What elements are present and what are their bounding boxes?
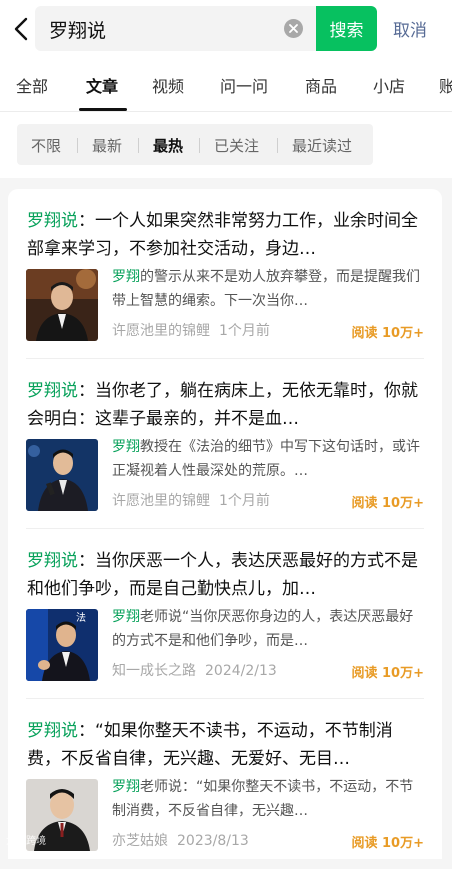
source-name[interactable]: 知一成长之路 [112,663,196,679]
title-text: ：一个人如果突然非常努力工作，业余时间全部拿来学习，不参加社交活动，身边… [27,211,418,259]
category-tabs: 全部 文章 视频 问一问 商品 小店 账 [0,58,452,111]
article-snippet: 罗翔老师说“当你厌恶你身边的人，表达厌恶最好的方式不是和他们争吵，而是… [112,605,424,653]
tab-shops[interactable]: 小店 [373,73,405,97]
read-count: 阅读 10万+ [351,496,424,511]
snippet-highlight: 罗翔 [112,439,140,455]
result-card[interactable]: 罗翔说：当你老了，躺在病床上，无依无靠时，你就会明白：这辈子最亲的，并不是血… … [8,359,442,529]
publish-time: 2023/8/13 [177,833,249,849]
article-snippet: 罗翔的警示从来不是劝人放弃攀登，而是提醒我们带上智慧的绳索。下一次当你… [112,265,424,313]
filter-separator [77,138,78,153]
snippet-highlight: 罗翔 [112,269,140,285]
read-count: 阅读 10万+ [351,666,424,681]
results-list: 罗翔说：一个人如果突然非常努力工作，业余时间全部拿来学习，不参加社交活动，身边…… [8,189,442,859]
title-highlight: 罗翔说 [27,211,78,231]
article-title[interactable]: 罗翔说：一个人如果突然非常努力工作，业余时间全部拿来学习，不参加社交活动，身边… [27,207,425,263]
filter-separator [277,138,278,153]
thumbnail-caption: 法 [76,611,86,624]
filter-unlimited[interactable]: 不限 [31,135,61,156]
article-meta: 亦芝姑娘 2023/8/13 [112,830,258,850]
search-button[interactable]: 搜索 [316,6,377,51]
title-text: ：“如果你整天不读书，不运动，不节制消费，不反省自律，无兴趣、无爱好、无目… [27,721,393,769]
publish-time: 1个月前 [219,323,270,339]
tab-articles[interactable]: 文章 [86,73,118,97]
result-card[interactable]: 罗翔说：“如果你整天不读书，不运动，不节制消费，不反省自律，无兴趣、无爱好、无目… [8,699,442,869]
snippet-text: 老师说“当你厌恶你身边的人，表达厌恶最好的方式不是和他们争吵，而是… [112,609,414,649]
filter-hottest[interactable]: 最热 [153,135,183,156]
article-title[interactable]: 罗翔说：当你老了，躺在病床上，无依无靠时，你就会明白：这辈子最亲的，并不是血… [27,377,425,433]
search-query[interactable]: 罗翔说 [49,16,106,43]
snippet-text: 教授在《法治的细节》中写下这句话时，或许正凝视着人性最深处的荒原。… [112,439,420,479]
publish-time: 2024/2/13 [205,663,277,679]
watermark: 大数跨境 [6,836,46,847]
article-thumbnail[interactable] [26,439,98,511]
article-meta: 知一成长之路 2024/2/13 [112,660,286,680]
tab-videos[interactable]: 视频 [152,73,184,97]
clear-icon[interactable] [284,19,303,38]
read-count: 阅读 10万+ [351,326,424,341]
snippet-text: 的警示从来不是劝人放弃攀登，而是提醒我们带上智慧的绳索。下一次当你… [112,269,420,309]
filter-latest[interactable]: 最新 [92,135,122,156]
search-input[interactable]: 罗翔说 [35,6,317,51]
title-highlight: 罗翔说 [27,721,78,741]
cancel-button[interactable]: 取消 [393,16,427,41]
filter-separator [199,138,200,153]
article-snippet: 罗翔老师说：“如果你整天不读书，不运动，不节制消费，不反省自律，无兴趣… [112,775,424,823]
result-card[interactable]: 罗翔说：一个人如果突然非常努力工作，业余时间全部拿来学习，不参加社交活动，身边…… [8,189,442,359]
article-meta: 许愿池里的锦鲤 1个月前 [112,320,279,340]
back-button[interactable] [8,14,34,44]
result-card[interactable]: 罗翔说：当你厌恶一个人，表达厌恶最好的方式不是和他们争吵，而是自己勤快点儿，加…… [8,529,442,699]
source-name[interactable]: 许愿池里的锦鲤 [112,493,210,509]
tab-ask[interactable]: 问一问 [220,73,268,97]
snippet-text: 老师说：“如果你整天不读书，不运动，不节制消费，不反省自律，无兴趣… [112,779,414,819]
read-count: 阅读 10万+ [351,836,424,851]
source-name[interactable]: 亦芝姑娘 [112,833,168,849]
filter-separator [138,138,139,153]
filter-area: 不限 最新 最热 已关注 最近读过 [0,112,452,178]
title-highlight: 罗翔说 [27,381,78,401]
title-highlight: 罗翔说 [27,551,78,571]
filter-followed[interactable]: 已关注 [214,135,259,156]
snippet-highlight: 罗翔 [112,779,140,795]
tab-accounts[interactable]: 账 [439,73,452,97]
article-meta: 许愿池里的锦鲤 1个月前 [112,490,279,510]
article-snippet: 罗翔教授在《法治的细节》中写下这句话时，或许正凝视着人性最深处的荒原。… [112,435,424,483]
publish-time: 1个月前 [219,493,270,509]
article-title[interactable]: 罗翔说：当你厌恶一个人，表达厌恶最好的方式不是和他们争吵，而是自己勤快点儿，加… [27,547,425,603]
article-title[interactable]: 罗翔说：“如果你整天不读书，不运动，不节制消费，不反省自律，无兴趣、无爱好、无目… [27,717,425,773]
filter-recently-read[interactable]: 最近读过 [292,135,352,156]
title-text: ：当你厌恶一个人，表达厌恶最好的方式不是和他们争吵，而是自己勤快点儿，加… [27,551,418,599]
source-name[interactable]: 许愿池里的锦鲤 [112,323,210,339]
chevron-left-icon [14,17,28,41]
article-thumbnail[interactable] [26,269,98,341]
title-text: ：当你老了，躺在病床上，无依无靠时，你就会明白：这辈子最亲的，并不是血… [27,381,418,429]
article-thumbnail[interactable]: 法 [26,609,98,681]
sort-filter-bar: 不限 最新 最热 已关注 最近读过 [17,124,373,165]
tab-products[interactable]: 商品 [305,73,337,97]
tab-all[interactable]: 全部 [16,73,48,97]
snippet-highlight: 罗翔 [112,609,140,625]
search-header: 罗翔说 搜索 取消 [0,0,452,58]
